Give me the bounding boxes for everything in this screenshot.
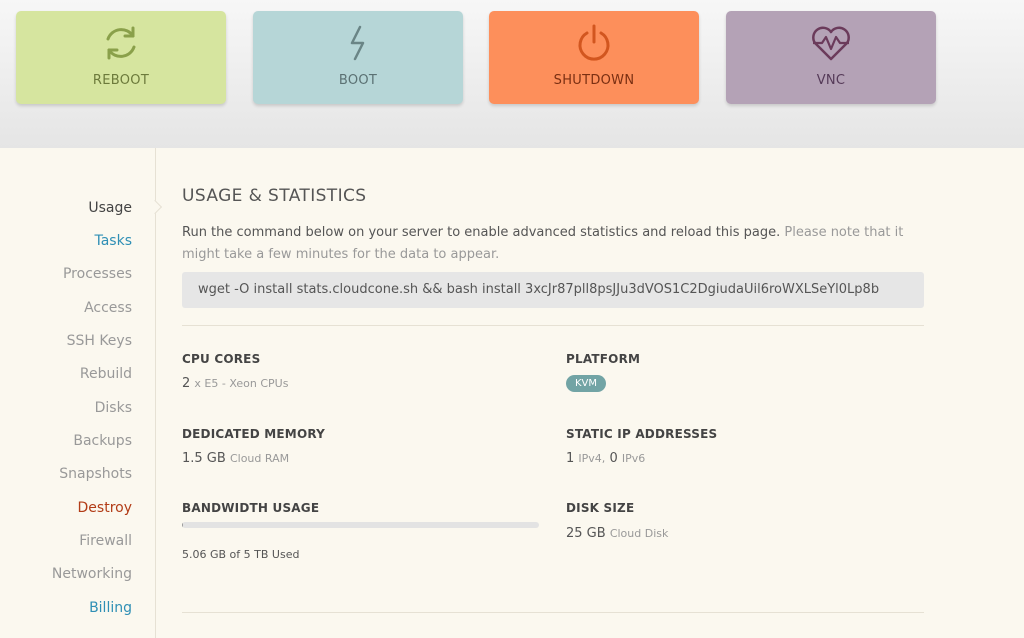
sidebar-item-destroy[interactable]: Destroy [78, 500, 132, 516]
cpu-cores-value: 2 x E5 - Xeon CPUs [182, 376, 288, 391]
sidebar-nav: Usage Tasks Processes Access SSH Keys Re… [0, 148, 163, 638]
reboot-icon [106, 26, 136, 60]
shutdown-label: SHUTDOWN [553, 73, 635, 88]
page-title: USAGE & STATISTICS [182, 186, 367, 206]
sidebar-item-processes[interactable]: Processes [63, 266, 132, 282]
shutdown-button[interactable]: SHUTDOWN [489, 11, 699, 104]
ip-value: 1 IPv4, 0 IPv6 [566, 451, 645, 466]
boot-label: BOOT [338, 73, 378, 88]
platform-label: PLATFORM [566, 352, 641, 366]
action-toolbar: REBOOT BOOT SHUTDOWN VNC [0, 0, 1024, 148]
vnc-label: VNC [816, 73, 846, 88]
ipv6-unit: IPv6 [621, 452, 646, 465]
disk-amount: 25 GB [566, 526, 606, 541]
power-icon [578, 24, 610, 61]
sidebar-item-backups[interactable]: Backups [73, 433, 132, 449]
sidebar-item-networking[interactable]: Networking [52, 566, 132, 582]
intro-instruction: Run the command below on your server to … [182, 225, 781, 240]
cpu-count: 2 [182, 376, 191, 391]
ipv4-count: 1 [566, 451, 575, 466]
disk-size-label: DISK SIZE [566, 501, 635, 515]
memory-value: 1.5 GB Cloud RAM [182, 451, 289, 466]
divider [182, 325, 924, 326]
cpu-cores-label: CPU CORES [182, 352, 261, 366]
sidebar-item-firewall[interactable]: Firewall [79, 533, 132, 549]
bandwidth-progress-bar [182, 522, 539, 528]
disk-size-value: 25 GB Cloud Disk [566, 526, 668, 541]
active-item-pointer [147, 199, 163, 215]
sidebar-item-ssh-keys[interactable]: SSH Keys [67, 333, 132, 349]
ipv4-unit: IPv4, [578, 452, 606, 465]
reboot-label: REBOOT [92, 73, 150, 88]
memory-unit: Cloud RAM [229, 452, 290, 465]
ip-label: STATIC IP ADDRESSES [566, 427, 718, 441]
sidebar-item-disks[interactable]: Disks [95, 400, 132, 416]
lightning-icon [350, 25, 365, 61]
bandwidth-used-text: 5.06 GB of 5 TB Used [182, 548, 300, 561]
disk-unit: Cloud Disk [609, 527, 669, 540]
divider [182, 612, 924, 613]
sidebar-item-access[interactable]: Access [84, 300, 132, 316]
heart-pulse-icon [812, 26, 850, 61]
sidebar-item-rebuild[interactable]: Rebuild [80, 366, 132, 382]
command-box[interactable]: wget -O install stats.cloudcone.sh && ba… [182, 272, 924, 308]
boot-button[interactable]: BOOT [253, 11, 463, 104]
ipv6-count: 0 [609, 451, 618, 466]
sidebar-item-snapshots[interactable]: Snapshots [59, 466, 132, 482]
intro-text: Run the command below on your server to … [182, 222, 924, 266]
cpu-unit: x E5 - Xeon CPUs [194, 377, 289, 390]
bandwidth-label: BANDWIDTH USAGE [182, 501, 320, 515]
sidebar-item-billing[interactable]: Billing [89, 600, 132, 616]
vnc-button[interactable]: VNC [726, 11, 936, 104]
sidebar-item-usage[interactable]: Usage [88, 200, 132, 216]
memory-label: DEDICATED MEMORY [182, 427, 326, 441]
sidebar-item-tasks[interactable]: Tasks [94, 233, 132, 249]
memory-amount: 1.5 GB [182, 451, 226, 466]
platform-badge: KVM [566, 375, 607, 392]
reboot-button[interactable]: REBOOT [16, 11, 226, 104]
